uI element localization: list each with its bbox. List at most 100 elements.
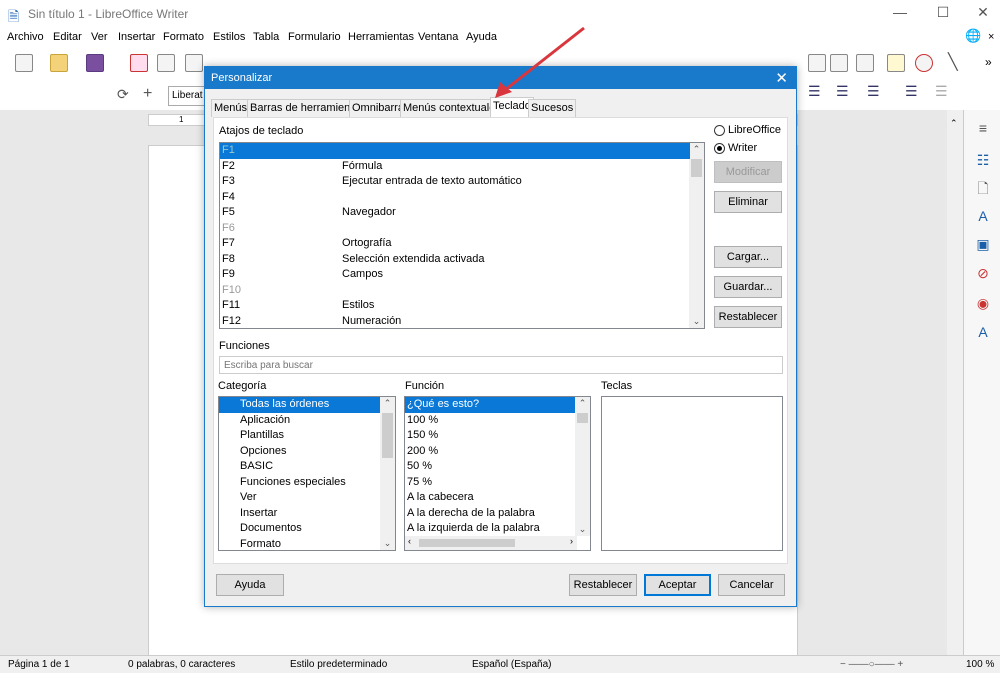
comment-icon[interactable]: [887, 54, 905, 72]
new-style-icon[interactable]: +: [143, 85, 152, 103]
category-item[interactable]: Insertar: [219, 506, 380, 522]
function-list-scrollbar[interactable]: ⌃ ⌄: [575, 397, 590, 536]
tab-events[interactable]: Sucesos: [528, 99, 577, 117]
reset-button[interactable]: Restablecer: [569, 574, 637, 596]
shortcut-row[interactable]: F3 Ejecutar entrada de texto automático: [220, 174, 690, 190]
function-item[interactable]: 50 %: [405, 459, 575, 475]
close-window-button[interactable]: ✕: [968, 4, 998, 24]
menu-formato[interactable]: Formato: [163, 31, 204, 43]
shortcut-row[interactable]: F5 Navegador: [220, 205, 690, 221]
shortcut-row[interactable]: F9 Campos: [220, 267, 690, 283]
function-item[interactable]: 200 %: [405, 444, 575, 460]
export-pdf-icon[interactable]: [130, 54, 148, 72]
category-item[interactable]: Funciones especiales: [219, 475, 380, 491]
function-item[interactable]: A la cabecera: [405, 490, 575, 506]
styles-icon[interactable]: A: [975, 208, 991, 224]
save-icon[interactable]: [86, 54, 104, 72]
more-tools-icon[interactable]: »: [985, 55, 992, 69]
update-style-icon[interactable]: ⟳: [117, 86, 129, 103]
function-search-input[interactable]: [219, 356, 783, 374]
menu-herramientas[interactable]: Herramientas: [348, 31, 414, 43]
sidebar-menu-icon[interactable]: ≡: [975, 120, 991, 136]
zoom-slider[interactable]: − ——○—— +: [840, 659, 903, 670]
menu-ayuda[interactable]: Ayuda: [466, 31, 497, 43]
tab-menus[interactable]: Menús: [211, 99, 251, 117]
status-language[interactable]: Español (España): [472, 659, 552, 670]
scroll-up-icon[interactable]: ⌃: [689, 144, 704, 155]
shortcut-row[interactable]: F2 Fórmula: [220, 159, 690, 175]
style-inspector-icon[interactable]: A: [975, 324, 991, 340]
save-config-button[interactable]: Guardar...: [714, 276, 782, 298]
scope-libreoffice-radio[interactable]: [714, 125, 725, 136]
category-item[interactable]: Documentos: [219, 521, 380, 537]
scroll-left-icon[interactable]: ‹: [408, 536, 411, 546]
function-item[interactable]: 150 %: [405, 428, 575, 444]
category-item[interactable]: Plantillas: [219, 428, 380, 444]
category-list-scrollbar[interactable]: ⌃ ⌄: [380, 397, 395, 550]
tab-notebookbar[interactable]: Omnibarra: [349, 99, 407, 117]
scroll-down-icon[interactable]: ⌄: [689, 316, 704, 327]
open-folder-icon[interactable]: [50, 54, 68, 72]
properties-icon[interactable]: ☷: [975, 152, 991, 168]
line-icon[interactable]: ╲: [948, 52, 958, 72]
shortcut-row[interactable]: F8 Selección extendida activada: [220, 252, 690, 268]
increase-paragraph-spacing-icon[interactable]: ☰: [905, 83, 918, 100]
delete-button[interactable]: Eliminar: [714, 191, 782, 213]
menu-ventana[interactable]: Ventana: [418, 31, 458, 43]
menu-archivo[interactable]: Archivo: [7, 31, 44, 43]
scope-writer-label[interactable]: Writer: [728, 142, 757, 154]
scope-writer-radio[interactable]: [714, 143, 725, 154]
print-icon[interactable]: [157, 54, 175, 72]
font-name-select[interactable]: Liberat: [168, 86, 208, 106]
print-preview-icon[interactable]: [185, 54, 203, 72]
shortcut-row[interactable]: F6: [220, 221, 690, 237]
category-item[interactable]: BASIC: [219, 459, 380, 475]
new-document-icon[interactable]: [15, 54, 33, 72]
function-list-hscrollbar[interactable]: ‹ ›: [405, 536, 577, 550]
tab-context-menus[interactable]: Menús contextuales: [400, 99, 504, 117]
menu-insertar[interactable]: Insertar: [118, 31, 155, 43]
menu-formulario[interactable]: Formulario: [288, 31, 341, 43]
shortcut-row[interactable]: F1: [220, 143, 690, 159]
category-list[interactable]: ⌃ ⌄ Todas las órdenes Aplicación Plantilla…: [218, 396, 396, 551]
gallery-icon[interactable]: ▣: [975, 236, 991, 252]
scroll-up-icon[interactable]: ⌃: [575, 398, 590, 409]
function-item[interactable]: ¿Qué es esto?: [405, 397, 575, 413]
function-list[interactable]: ⌃ ⌄ ‹ › ¿Qué es esto? 100 % 150 % 200 % 50 %…: [404, 396, 591, 551]
menu-editar[interactable]: Editar: [53, 31, 82, 43]
keys-list[interactable]: [601, 396, 783, 551]
help-button[interactable]: Ayuda: [216, 574, 284, 596]
line-spacing-icon[interactable]: ☰: [867, 83, 880, 100]
track-changes-icon[interactable]: [915, 54, 933, 72]
shortcut-list[interactable]: ⌃ ⌄ F1 F2 Fórmula F3 Ejecutar entrada de tex…: [219, 142, 705, 329]
menu-ver[interactable]: Ver: [91, 31, 108, 43]
minimize-button[interactable]: —: [885, 4, 915, 24]
shortcut-list-scrollbar[interactable]: ⌃ ⌄: [689, 143, 704, 328]
function-item[interactable]: A la izquierda de la palabra: [405, 521, 575, 537]
category-item[interactable]: Opciones: [219, 444, 380, 460]
category-item[interactable]: Aplicación: [219, 413, 380, 429]
manage-changes-icon[interactable]: ◉: [975, 295, 991, 311]
page-icon[interactable]: 🗋: [975, 180, 991, 196]
scroll-up-icon[interactable]: ⌃: [380, 398, 395, 409]
cancel-button[interactable]: Cancelar: [718, 574, 785, 596]
scroll-right-icon[interactable]: ›: [570, 536, 573, 546]
function-item[interactable]: 75 %: [405, 475, 575, 491]
category-item[interactable]: Todas las órdenes: [219, 397, 380, 413]
function-item[interactable]: A la derecha de la palabra: [405, 506, 575, 522]
globe-icon[interactable]: 🌐: [965, 28, 981, 44]
close-document-icon[interactable]: ×: [988, 31, 994, 43]
shortcut-row[interactable]: F4: [220, 190, 690, 206]
decrease-indent-icon[interactable]: ☰: [836, 83, 849, 100]
scroll-down-icon[interactable]: ⌄: [575, 524, 590, 535]
footnote-icon[interactable]: [808, 54, 826, 72]
cross-reference-icon[interactable]: [856, 54, 874, 72]
function-item[interactable]: 100 %: [405, 413, 575, 429]
category-item[interactable]: Formato: [219, 537, 380, 551]
status-zoom[interactable]: 100 %: [966, 659, 994, 670]
vertical-scrollbar[interactable]: ⌃: [947, 110, 963, 655]
scope-libreoffice-label[interactable]: LibreOffice: [728, 124, 781, 136]
shortcut-row[interactable]: F7 Ortografía: [220, 236, 690, 252]
menu-estilos[interactable]: Estilos: [213, 31, 245, 43]
maximize-button[interactable]: ☐: [928, 4, 958, 24]
